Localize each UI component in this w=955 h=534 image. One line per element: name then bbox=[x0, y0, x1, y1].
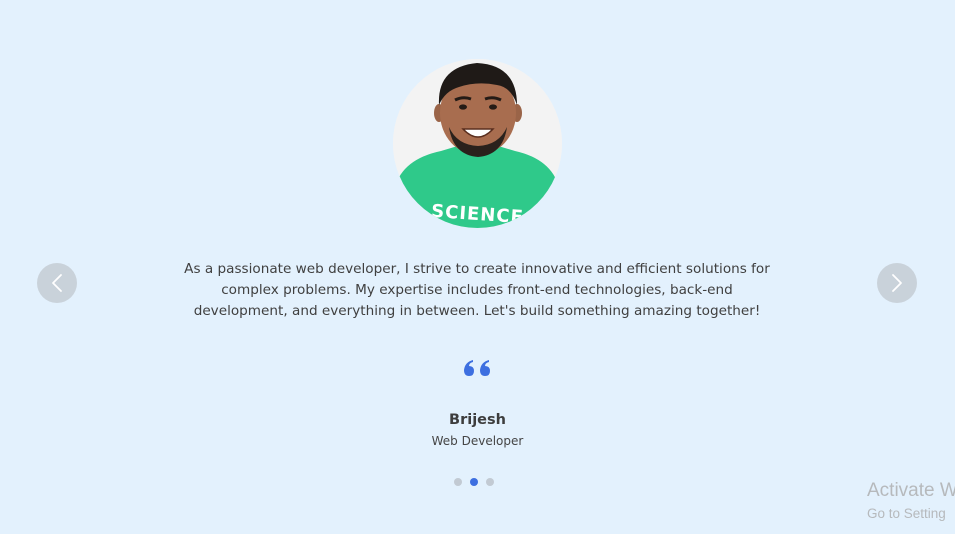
author-name: Brijesh bbox=[449, 412, 506, 428]
activation-watermark-subtitle: Go to Setting bbox=[867, 506, 946, 521]
next-slide-button[interactable] bbox=[877, 263, 917, 303]
author-role: Web Developer bbox=[431, 434, 524, 448]
quote-icon bbox=[464, 360, 490, 376]
previous-slide-button[interactable] bbox=[37, 263, 77, 303]
testimonial-text: As a passionate web developer, I strive … bbox=[184, 261, 770, 319]
pagination-dot-3[interactable] bbox=[486, 478, 494, 486]
pagination-dot-2[interactable] bbox=[470, 478, 478, 486]
profile-photo: SCIENCE bbox=[393, 59, 562, 228]
chevron-left-icon bbox=[52, 274, 62, 292]
activation-watermark-title: Activate W bbox=[867, 480, 955, 501]
pagination-dot-1[interactable] bbox=[454, 478, 462, 486]
carousel-pagination bbox=[454, 478, 494, 486]
chevron-right-icon bbox=[892, 274, 902, 292]
